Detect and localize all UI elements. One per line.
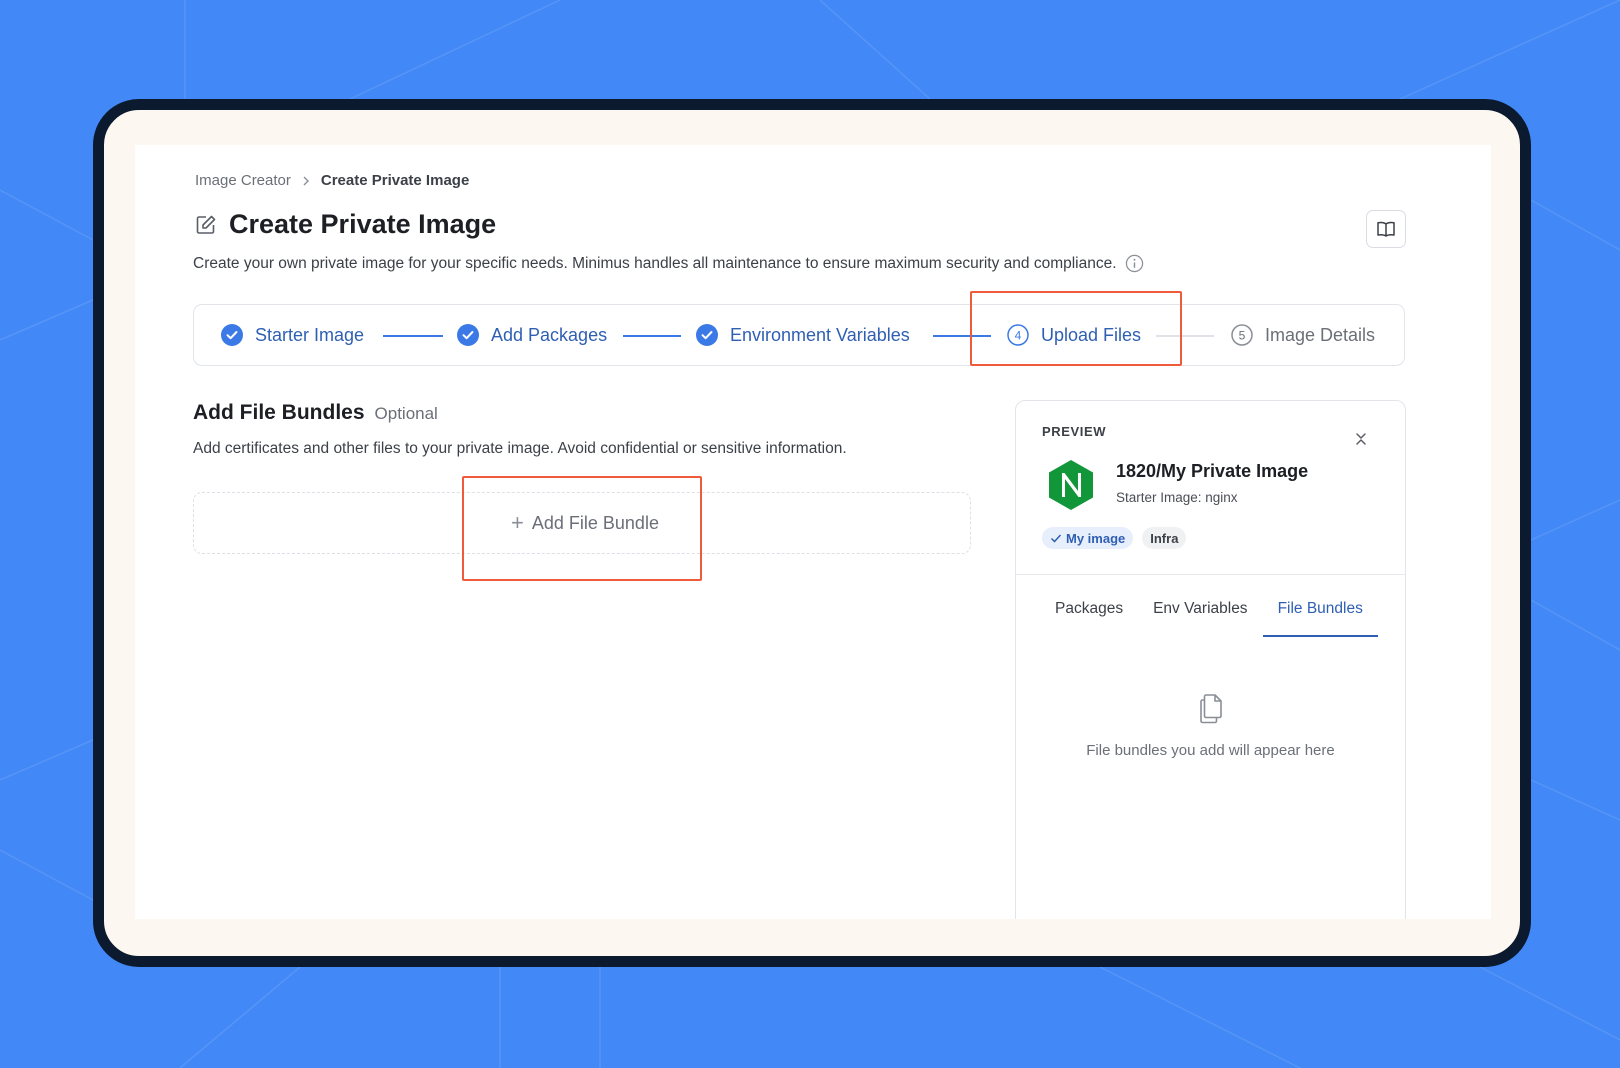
section-description: Add certificates and other files to your…	[193, 440, 847, 457]
step-label: Starter Image	[255, 324, 365, 345]
tag-infra: Infra	[1142, 527, 1187, 549]
check-circle-icon	[221, 324, 243, 346]
chevron-right-icon	[303, 176, 309, 185]
highlight-box-upload-files	[970, 291, 1182, 366]
step-label: Image Details	[1265, 324, 1376, 345]
preview-tabs: Packages Env Variables File Bundles	[1040, 597, 1378, 637]
device-frame: Image Creator Create Private Image Creat…	[93, 99, 1531, 967]
page-title: Create Private Image	[229, 209, 497, 239]
info-icon[interactable]	[1125, 254, 1144, 273]
stepper: Starter Image Add Packages Environment V…	[193, 304, 1405, 366]
step-starter-image[interactable]: Starter Image	[221, 305, 364, 365]
file-bundles-heading: Add File Bundles Optional	[193, 401, 438, 425]
step-connector	[623, 335, 681, 337]
section-title: Add File Bundles	[193, 401, 365, 424]
breadcrumb: Image Creator Create Private Image	[195, 172, 469, 189]
tab-file-bundles[interactable]: File Bundles	[1262, 597, 1378, 637]
preview-label: PREVIEW	[1042, 424, 1107, 439]
step-number: 5	[1239, 329, 1246, 343]
check-circle-icon	[457, 324, 479, 346]
step-label: Add Packages	[491, 324, 608, 345]
optional-label: Optional	[374, 404, 438, 423]
book-icon	[1377, 221, 1395, 237]
breadcrumb-current: Create Private Image	[320, 172, 470, 189]
check-icon	[1050, 534, 1062, 543]
tag-label: Infra	[1150, 530, 1179, 546]
step-connector	[383, 335, 443, 337]
step-label: Environment Variables	[730, 324, 910, 345]
files-icon	[1200, 694, 1222, 724]
step-image-details[interactable]: 5 Image Details	[1231, 305, 1375, 365]
step-add-packages[interactable]: Add Packages	[457, 305, 607, 365]
step-number-icon: 5	[1231, 324, 1253, 346]
check-circle-icon	[696, 324, 718, 346]
image-name: 1820/My Private Image	[1116, 461, 1309, 481]
page-subtitle: Create your own private image for your s…	[193, 254, 1144, 273]
highlight-box-add-bundle	[462, 476, 702, 581]
tab-packages[interactable]: Packages	[1040, 597, 1138, 637]
nginx-logo	[1049, 460, 1093, 510]
tag-my-image: My image	[1042, 527, 1134, 549]
tag-list: My image Infra	[1042, 527, 1187, 549]
tag-label: My image	[1066, 530, 1126, 546]
tab-env-variables[interactable]: Env Variables	[1138, 597, 1262, 637]
app-screen: Image Creator Create Private Image Creat…	[135, 145, 1491, 919]
docs-button[interactable]	[1366, 210, 1406, 248]
breadcrumb-parent-link[interactable]: Image Creator	[195, 172, 291, 189]
page-header: Create Private Image	[195, 209, 496, 240]
starter-image-label: Starter Image: nginx	[1116, 490, 1238, 505]
edit-icon	[196, 215, 216, 234]
page-subtitle-text: Create your own private image for your s…	[193, 254, 1117, 272]
step-environment-variables[interactable]: Environment Variables	[696, 305, 910, 365]
collapse-icon[interactable]	[1354, 432, 1368, 446]
empty-state-message: File bundles you add will appear here	[1086, 742, 1335, 759]
preview-panel: PREVIEW 1820/My Private Image Starter Im…	[1015, 400, 1406, 919]
preview-divider	[1016, 574, 1405, 575]
